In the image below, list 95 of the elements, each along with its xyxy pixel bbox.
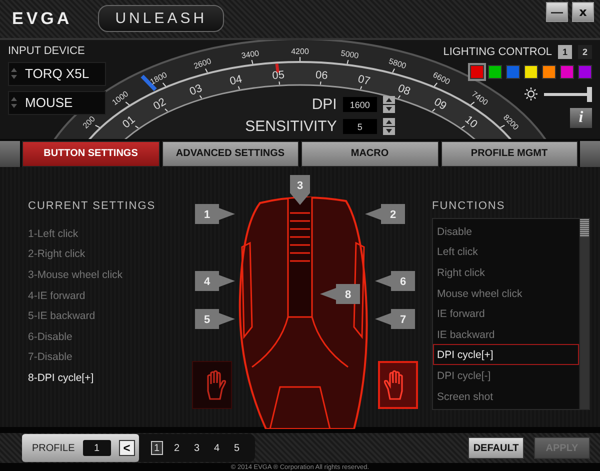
increment-button[interactable] — [382, 118, 395, 126]
minimize-button[interactable]: — — [546, 2, 568, 22]
section-label: LIGHTING CONTROL — [443, 46, 552, 58]
device-name: TORQ X5L — [25, 66, 90, 82]
profile-button[interactable]: 1 — [150, 441, 163, 455]
setting-item[interactable]: 1-Left click — [28, 224, 180, 244]
dpi-scale-label: 4200 — [291, 46, 309, 56]
device-name: MOUSE — [25, 95, 73, 110]
callout-marker: 8 — [320, 284, 360, 304]
scroll-thumb[interactable] — [580, 218, 589, 237]
sensitivity-scale-label: 01 — [120, 113, 138, 131]
dpi-field[interactable]: 1600 — [342, 97, 377, 112]
dpi-scale-label: 200 — [81, 114, 97, 130]
setting-item[interactable]: 4-IE forward — [28, 286, 180, 306]
spinner-icon — [9, 97, 17, 108]
profile-button[interactable]: 5 — [230, 441, 243, 455]
setting-item[interactable]: 6-Disable — [28, 326, 180, 348]
hand-button[interactable] — [192, 360, 232, 409]
tab[interactable]: BUTTON SETTINGS — [22, 141, 160, 167]
callout-marker: 6 — [375, 270, 415, 291]
setting-item[interactable]: 5-IE backward — [28, 306, 180, 327]
callout-marker: 2 — [365, 204, 405, 224]
color-swatch[interactable] — [578, 64, 592, 79]
dpi-scale-label: 2600 — [192, 56, 212, 70]
increment-button[interactable] — [382, 96, 395, 104]
sensitivity-scale-label: 04 — [228, 73, 244, 88]
brightness-icon — [524, 87, 538, 102]
tab[interactable]: MACRO — [301, 141, 438, 167]
setting-item[interactable]: 8-DPI cycle[+] — [28, 368, 180, 389]
hand-button[interactable] — [378, 360, 418, 409]
color-swatch[interactable] — [542, 64, 556, 79]
setting-item[interactable]: 2-Right click — [28, 244, 180, 266]
function-item[interactable]: DPI cycle[+] — [433, 344, 579, 365]
function-item[interactable]: Mouse wheel click — [433, 282, 579, 304]
close-button[interactable]: x — [572, 2, 594, 22]
profile-button[interactable]: 3 — [190, 441, 203, 455]
section-heading: FUNCTIONS — [432, 200, 506, 212]
color-swatch[interactable] — [488, 64, 502, 79]
function-item[interactable]: Left click — [433, 241, 579, 262]
decrement-button[interactable] — [382, 105, 395, 114]
scrollbar[interactable] — [579, 218, 589, 409]
tab[interactable]: PROFILE MGMT — [440, 141, 578, 167]
back-button[interactable]: < — [118, 440, 135, 456]
callout-marker: 4 — [195, 270, 235, 291]
sensitivity-scale-label: 07 — [356, 73, 372, 88]
function-item[interactable]: IE forward — [433, 303, 579, 324]
callout-marker: 5 — [195, 308, 235, 329]
default-button[interactable]: DEFAULT — [468, 437, 524, 459]
sensitivity-label: SENSITIVITY — [245, 118, 337, 136]
info-button[interactable]: i — [570, 108, 592, 128]
color-swatch[interactable] — [470, 64, 484, 79]
color-swatch[interactable] — [506, 64, 520, 79]
sensitivity-scale-label: 05 — [272, 68, 285, 82]
tab-bar-end — [0, 141, 20, 167]
sensitivity-field[interactable]: 5 — [342, 119, 377, 134]
color-swatch[interactable] — [524, 64, 538, 79]
function-item[interactable]: DPI cycle[-] — [433, 365, 579, 386]
dpi-scale-label: 1800 — [148, 70, 169, 86]
device-field[interactable]: MOUSE — [8, 90, 106, 115]
callout-marker: 1 — [195, 204, 235, 224]
dpi-scale-label: 6600 — [431, 70, 452, 86]
profile-field: 1 — [82, 440, 111, 456]
product-name: UNLEASH — [98, 5, 224, 32]
sensitivity-scale-label: 08 — [396, 82, 412, 98]
setting-item[interactable]: 7-Disable — [28, 347, 180, 368]
function-item[interactable]: IE backward — [433, 324, 579, 344]
logo-text: EVGA — [12, 8, 72, 29]
function-item[interactable]: Disable — [433, 220, 579, 242]
dpi-label: DPI — [312, 96, 337, 114]
dpi-scale-label: 5800 — [388, 56, 408, 70]
dpi-scale-label: 5000 — [340, 48, 360, 60]
dpi-scale-label: 3400 — [240, 48, 260, 60]
callout-marker: 7 — [375, 308, 415, 329]
lighting-mode-button[interactable]: 2 — [578, 44, 592, 59]
section-heading: CURRENT SETTINGS — [28, 200, 157, 212]
sensitivity-scale-label: 03 — [188, 82, 204, 98]
device-field[interactable]: TORQ X5L — [8, 62, 106, 86]
color-swatch[interactable] — [560, 64, 574, 79]
section-label: INPUT DEVICE — [8, 44, 86, 57]
profile-button[interactable]: 4 — [210, 441, 223, 455]
function-item[interactable]: Right click — [433, 262, 579, 283]
tab[interactable]: ADVANCED SETTINGS — [162, 141, 299, 167]
setting-item[interactable]: 3-Mouse wheel click — [28, 265, 180, 286]
sensitivity-scale-label: 06 — [315, 68, 328, 82]
tab-bar-end — [580, 141, 600, 167]
sensitivity-scale-label: 09 — [432, 96, 448, 112]
lighting-mode-button[interactable]: 1 — [558, 44, 572, 59]
profile-label: PROFILE — [32, 442, 75, 454]
spinner-icon — [9, 68, 17, 80]
callout-marker: 3 — [290, 174, 310, 205]
decrement-button[interactable] — [382, 127, 395, 136]
function-item[interactable]: Screen shot — [433, 386, 579, 406]
sensitivity-scale-label: 10 — [462, 113, 480, 131]
sensitivity-scale-label: 02 — [152, 96, 168, 112]
profile-button[interactable]: 2 — [170, 441, 183, 455]
